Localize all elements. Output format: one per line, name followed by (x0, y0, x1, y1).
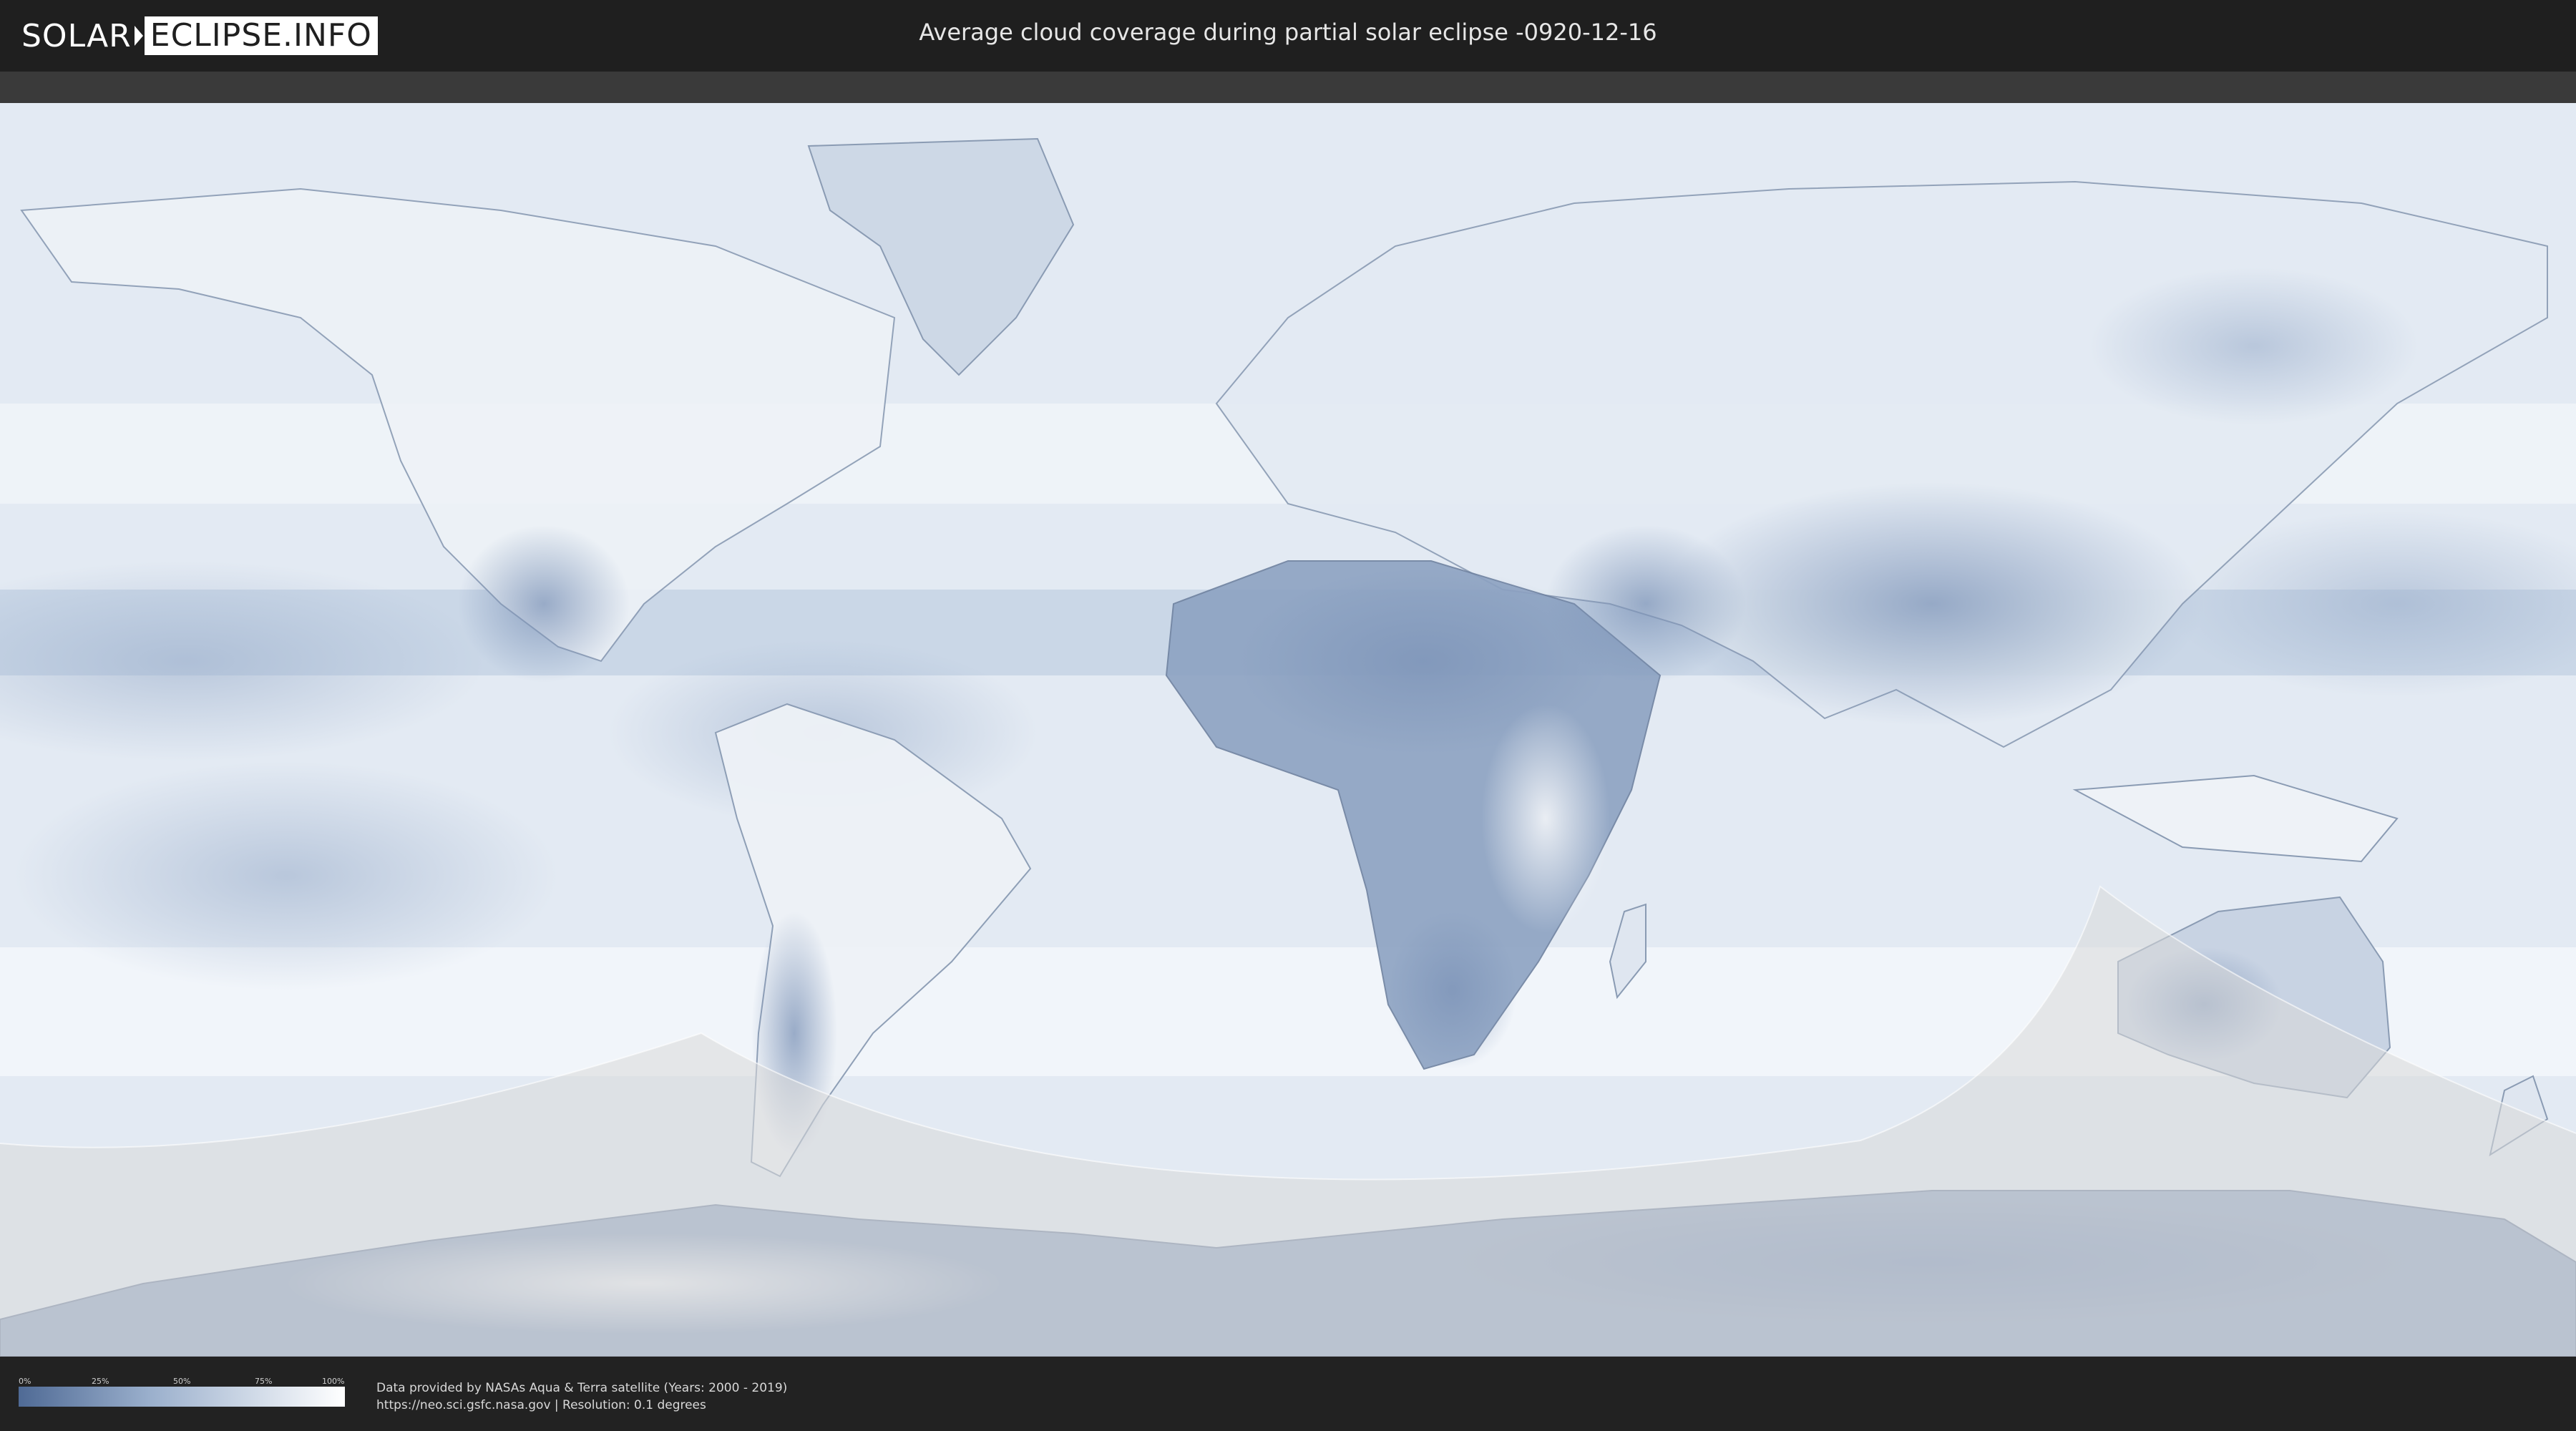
legend-tick-50: 50% (173, 1377, 191, 1386)
header-bar: SOLAR ECLIPSE.INFO Average cloud coverag… (0, 0, 2576, 72)
legend-gradient-bar (19, 1387, 345, 1407)
source-line-2[interactable]: https://neo.sci.gsfc.nasa.gov | Resoluti… (376, 1397, 787, 1414)
legend-tick-25: 25% (92, 1377, 109, 1386)
legend-tick-100: 100% (322, 1377, 345, 1386)
south-pacific-clear-patch (14, 761, 558, 990)
logo-text-eclipse-info: ECLIPSE.INFO (144, 16, 378, 55)
siberia-clear-area (2089, 268, 2419, 425)
legend-tick-0: 0% (19, 1377, 31, 1386)
southern-africa-clear-area (1388, 912, 1517, 1069)
world-map-svg (0, 103, 2576, 1357)
data-source: Data provided by NASAs Aqua & Terra sate… (376, 1379, 787, 1414)
site-logo[interactable]: SOLAR ECLIPSE.INFO (21, 16, 378, 56)
legend-ticks: 0% 25% 50% 75% 100% (19, 1377, 345, 1387)
cloud-coverage-map[interactable] (0, 103, 2576, 1357)
central-africa-clouds (1481, 704, 1610, 933)
color-legend: 0% 25% 50% 75% 100% (19, 1377, 345, 1407)
page-title: Average cloud coverage during partial so… (919, 19, 1657, 46)
legend-tick-75: 75% (255, 1377, 273, 1386)
logo-text-solar: SOLAR (21, 17, 132, 54)
source-line-1: Data provided by NASAs Aqua & Terra sate… (376, 1381, 788, 1395)
logo-arrow-icon (134, 26, 143, 46)
arabia-clear-area (1546, 525, 1746, 683)
mexico-clear-area (458, 525, 630, 683)
map-top-strip (0, 72, 2576, 103)
